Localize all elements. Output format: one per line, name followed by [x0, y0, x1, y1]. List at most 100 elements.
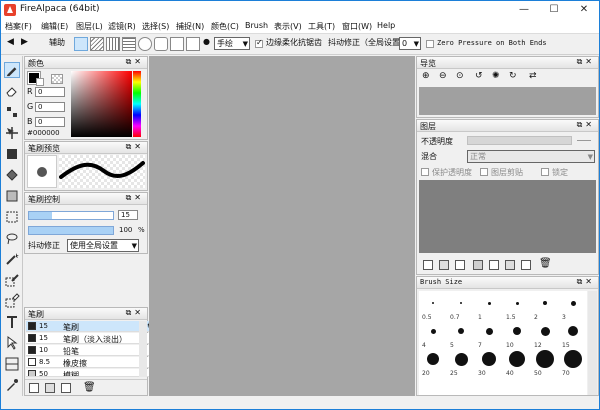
zero-pressure-checkbox[interactable]	[426, 40, 434, 48]
select-eraser-tool-icon[interactable]	[4, 293, 20, 309]
blend-mode-select[interactable]: 正常 ▼	[467, 150, 595, 163]
hue-slider[interactable]	[133, 71, 141, 137]
eraser-tool-icon[interactable]	[4, 83, 20, 99]
brush-size-cell[interactable]: 10	[506, 321, 528, 349]
zoom-out-icon[interactable]: ⊖	[439, 71, 447, 81]
brush-size-cell[interactable]: 5	[450, 321, 472, 349]
menu-layer[interactable]: 图层(L)	[76, 21, 103, 32]
green-value-field[interactable]: 0	[35, 102, 65, 112]
lasso-tool-icon[interactable]	[4, 230, 20, 246]
menu-file[interactable]: 档案(F)	[5, 21, 32, 32]
brush-size-cell[interactable]: 30	[478, 349, 500, 377]
brush-size-cell[interactable]: 12	[534, 321, 556, 349]
stabilizer-select[interactable]: 0 ▼	[399, 37, 421, 50]
menu-snap[interactable]: 捕捉(N)	[176, 21, 204, 32]
menu-filter[interactable]: 滤镜(R)	[108, 21, 136, 32]
rotate-reset-icon[interactable]: ✺	[492, 71, 500, 81]
brush-size-scrollbar[interactable]	[588, 291, 597, 395]
navigator-preview[interactable]	[419, 87, 596, 115]
brush-size-cell[interactable]: 15	[562, 321, 584, 349]
brush-stabilizer-select[interactable]: 使用全局设置 ▼	[67, 239, 139, 252]
new-layer-8bit-icon[interactable]	[439, 260, 449, 270]
add-brush-icon[interactable]	[29, 383, 39, 393]
panel-float-close-icon[interactable]: ⧉✕	[577, 120, 595, 130]
brush-size-cell[interactable]: 1	[478, 293, 500, 321]
snap-settings-dot-icon[interactable]: ●	[203, 37, 210, 51]
rotate-right-icon[interactable]: ↻	[509, 71, 517, 81]
clear-layer-icon[interactable]	[521, 260, 531, 270]
brush-size-slider[interactable]	[28, 211, 114, 220]
transparent-color-swatch[interactable]	[51, 74, 63, 84]
brush-list-item[interactable]: 15 笔刷（淡入淡出）	[26, 333, 156, 344]
brush-list-item[interactable]: 10 铅笔	[26, 345, 156, 356]
brush-size-cell[interactable]: 25	[450, 349, 472, 377]
snap-curve-icon[interactable]	[170, 37, 184, 51]
minimize-button[interactable]: —	[509, 1, 539, 19]
rectangle-fill-tool-icon[interactable]	[4, 146, 20, 162]
menu-edit[interactable]: 编辑(E)	[41, 21, 68, 32]
select-tool-icon[interactable]	[4, 209, 20, 225]
operation-tool-icon[interactable]	[4, 335, 20, 351]
brush-size-cell[interactable]: 7	[478, 321, 500, 349]
rotate-left-icon[interactable]: ↺	[475, 71, 483, 81]
panel-float-close-icon[interactable]: ⧉✕	[577, 277, 595, 287]
brush-size-cell[interactable]: 70	[562, 349, 584, 377]
snap-cross-icon[interactable]	[106, 37, 120, 51]
brush-size-cell[interactable]: 3	[562, 293, 584, 321]
brush-list-scrollbar[interactable]	[139, 321, 147, 377]
brush-list-item[interactable]: 15 笔刷 ⚙	[26, 321, 156, 332]
forward-arrow-icon[interactable]: ▶	[21, 37, 28, 51]
back-arrow-icon[interactable]: ◀	[7, 37, 14, 51]
panel-float-close-icon[interactable]: ⧉✕	[126, 142, 144, 152]
clipping-checkbox[interactable]	[480, 168, 488, 176]
menu-select[interactable]: 选择(S)	[142, 21, 169, 32]
brush-size-cell[interactable]: 20	[422, 349, 444, 377]
new-layer-1bit-icon[interactable]	[455, 260, 465, 270]
snap-parallel-icon[interactable]	[90, 37, 104, 51]
duplicate-layer-icon[interactable]	[489, 260, 499, 270]
red-value-field[interactable]: 0	[35, 87, 65, 97]
panel-float-close-icon[interactable]: ⧉✕	[126, 308, 144, 318]
snap-radial-icon[interactable]	[138, 37, 152, 51]
trash-icon[interactable]: 🗑	[83, 382, 96, 393]
panel-float-close-icon[interactable]: ⧉✕	[126, 193, 144, 203]
zoom-in-icon[interactable]: ⊕	[422, 71, 430, 81]
brush-size-cell[interactable]: 0.5	[422, 293, 444, 321]
menu-tool[interactable]: 工具(T)	[308, 21, 335, 32]
new-layer-icon[interactable]	[423, 260, 433, 270]
frame-divider-tool-icon[interactable]	[4, 356, 20, 372]
gradient-tool-icon[interactable]	[4, 188, 20, 204]
menu-color[interactable]: 颜色(C)	[211, 21, 239, 32]
snap-circle-icon[interactable]	[154, 37, 168, 51]
brush-size-cell[interactable]: 1.5	[506, 293, 528, 321]
layer-folder-icon[interactable]	[473, 260, 483, 270]
bucket-tool-icon[interactable]	[4, 167, 20, 183]
protect-alpha-checkbox[interactable]	[421, 168, 429, 176]
lock-checkbox[interactable]	[541, 168, 549, 176]
trash-icon[interactable]: 🗑	[539, 258, 552, 269]
menu-window[interactable]: 窗口(W)	[342, 21, 372, 32]
blue-value-field[interactable]: 0	[35, 117, 65, 127]
brush-list-item[interactable]: 8.5 橡皮擦	[26, 357, 156, 368]
duplicate-brush-icon[interactable]	[61, 383, 71, 393]
snap-grid-icon[interactable]	[122, 37, 136, 51]
brush-opacity-slider[interactable]	[28, 226, 114, 235]
menu-view[interactable]: 表示(V)	[274, 21, 302, 32]
brush-list-item[interactable]: 50 模糊	[26, 369, 156, 377]
antialias-checkbox[interactable]: ✓	[255, 38, 263, 48]
saturation-value-picker[interactable]	[71, 71, 132, 137]
brush-size-field[interactable]: 15	[118, 210, 138, 220]
zoom-fit-icon[interactable]: ⊙	[456, 71, 464, 81]
maximize-button[interactable]: ☐	[539, 1, 569, 19]
layer-opacity-slider[interactable]	[467, 136, 572, 145]
close-button[interactable]: ✕	[569, 1, 599, 19]
brush-folder-icon[interactable]	[45, 383, 55, 393]
eyedropper-tool-icon[interactable]	[4, 377, 20, 393]
text-tool-icon[interactable]	[4, 314, 20, 330]
brush-size-cell[interactable]: 4	[422, 321, 444, 349]
canvas-area[interactable]	[149, 56, 415, 396]
layer-list[interactable]	[419, 180, 596, 253]
pen-tool-icon[interactable]	[4, 62, 20, 78]
brush-size-cell[interactable]: 0.7	[450, 293, 472, 321]
snap-perspective-icon[interactable]	[186, 37, 200, 51]
